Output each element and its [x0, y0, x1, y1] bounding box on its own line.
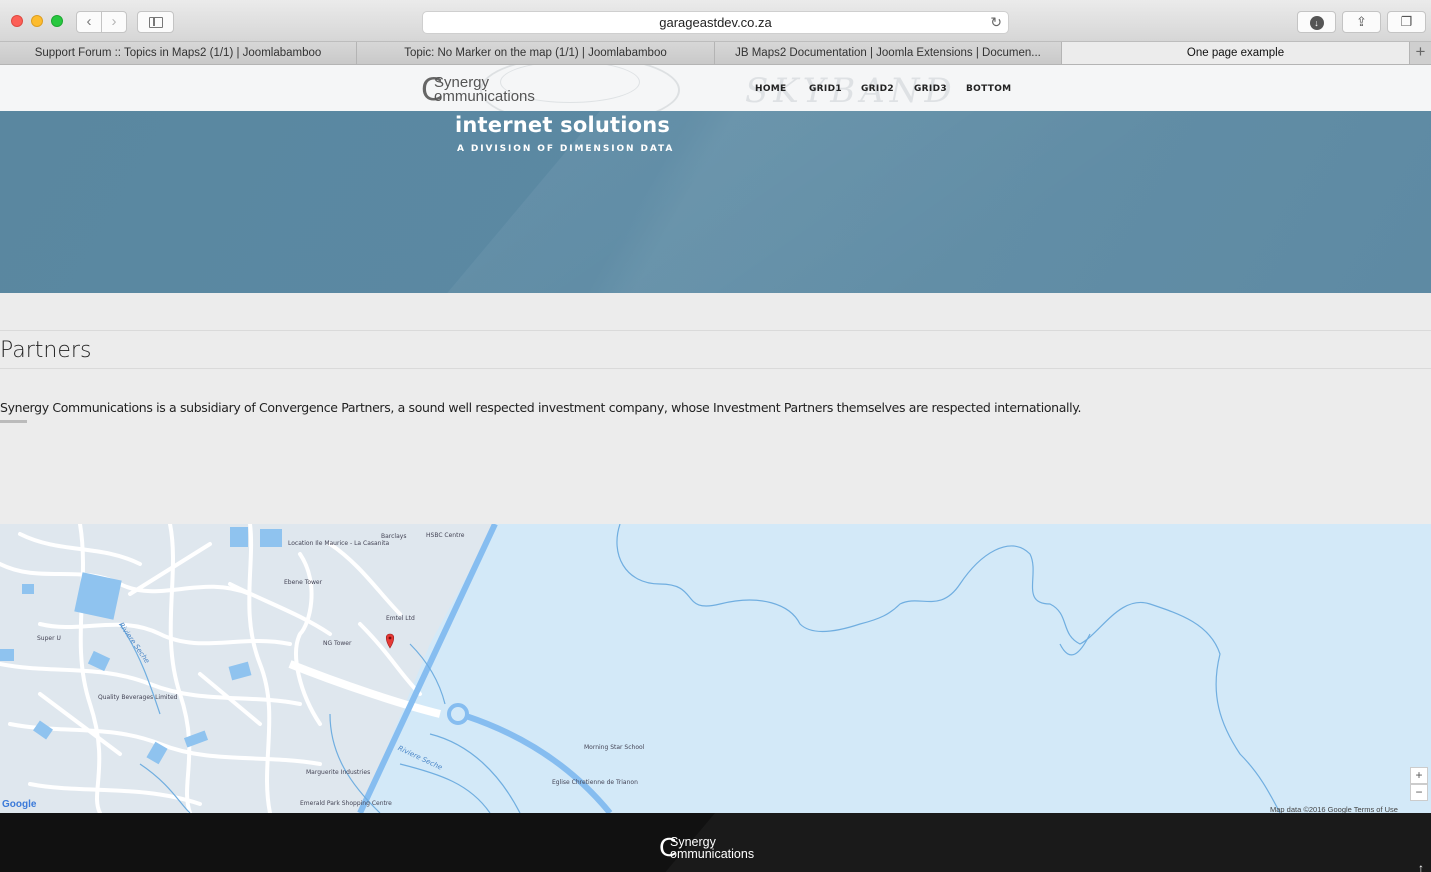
maximize-window-button[interactable]	[51, 15, 63, 27]
poi-label: Barclays	[381, 533, 407, 540]
tab-no-marker-topic[interactable]: Topic: No Marker on the map (1/1) | Joom…	[357, 42, 715, 64]
poi-label: Quality Beverages Limited	[98, 694, 178, 701]
sidebar-icon	[149, 17, 163, 28]
site-logo[interactable]: C Synergy ommunications	[421, 75, 571, 107]
hero-title: internet solutions	[455, 113, 671, 137]
poi-label: Ebene Tower	[284, 579, 323, 586]
zoom-out-button[interactable]: −	[1410, 784, 1428, 801]
site-header: SKYBAND C Synergy ommunications HOME GRI…	[0, 65, 1431, 111]
poi-label: Emtel Ltd	[386, 615, 415, 622]
tab-label: One page example	[1186, 47, 1285, 59]
divider	[0, 330, 1431, 331]
address-bar[interactable]: garageastdev.co.za ↻	[422, 11, 1009, 34]
downloads-button[interactable]: ↓	[1297, 11, 1336, 33]
minimize-window-button[interactable]	[31, 15, 43, 27]
tab-one-page-example[interactable]: One page example	[1062, 42, 1410, 64]
hero-shade	[447, 111, 1431, 293]
nav-grid3[interactable]: GRID3	[914, 84, 947, 94]
tabs-overview-button[interactable]: ❐	[1387, 11, 1426, 33]
poi-label: Eglise Chretienne de Trianon	[552, 779, 638, 786]
tab-label: Support Forum :: Topics in Maps2 (1/1) |…	[34, 47, 322, 59]
nav-grid1[interactable]: GRID1	[809, 84, 842, 94]
map-canvas	[0, 524, 1281, 813]
url-text: garageastdev.co.za	[659, 15, 772, 30]
roundabout	[447, 703, 469, 725]
logo-line2: ommunications	[434, 88, 535, 105]
back-to-top-icon[interactable]: ↑	[1418, 861, 1424, 872]
tab-jb-maps2-docs[interactable]: JB Maps2 Documentation | Joomla Extensio…	[715, 42, 1062, 64]
tab-label: JB Maps2 Documentation | Joomla Extensio…	[735, 47, 1041, 59]
nav-home[interactable]: HOME	[755, 84, 787, 94]
poi-label: Location Ile Maurice - La Casanita	[288, 540, 390, 547]
reload-icon[interactable]: ↻	[990, 12, 1002, 33]
map-attribution[interactable]: Map data ©2016 Google Terms of Use	[1270, 805, 1398, 813]
tabs-overview-icon: ❐	[1400, 14, 1413, 29]
google-map[interactable]: Location Ile Maurice - La Casanita Barcl…	[0, 524, 1431, 813]
share-icon: ⇪	[1356, 14, 1367, 29]
logo-line2: ommunications	[670, 847, 755, 861]
plus-icon: +	[1415, 42, 1426, 61]
download-icon: ↓	[1309, 16, 1324, 30]
tab-bar: Support Forum :: Topics in Maps2 (1/1) |…	[0, 42, 1431, 65]
hero-subtitle: A DIVISION OF DIMENSION DATA	[457, 144, 675, 154]
highway	[465, 713, 613, 813]
partners-heading: Partners	[0, 338, 92, 363]
poi-label: Morning Star School	[584, 744, 645, 751]
footer-logo[interactable]: C Synergy ommunications	[659, 835, 789, 865]
google-logo[interactable]: Google	[2, 799, 36, 810]
poi-label: Super U	[37, 635, 61, 642]
poi-label: HSBC Centre	[426, 532, 465, 539]
partners-text: Synergy Communications is a subsidiary o…	[0, 400, 1082, 415]
site-footer: C Synergy ommunications ↑	[0, 813, 1431, 872]
tab-label: Topic: No Marker on the map (1/1) | Joom…	[404, 47, 667, 59]
poi-label: Emerald Park Shopping Centre	[300, 800, 392, 807]
tab-support-forum[interactable]: Support Forum :: Topics in Maps2 (1/1) |…	[0, 42, 357, 64]
close-window-button[interactable]	[11, 15, 23, 27]
zoom-in-button[interactable]: +	[1410, 767, 1428, 784]
browser-toolbar: ‹ › garageastdev.co.za ↻ ↓ ⇪ ❐	[0, 0, 1431, 42]
nav-grid2[interactable]: GRID2	[861, 84, 894, 94]
forward-button[interactable]: ›	[101, 11, 127, 33]
back-button[interactable]: ‹	[76, 11, 102, 33]
poi-label: Marguerite Industries	[306, 769, 371, 776]
poi-label: NG Tower	[323, 640, 352, 647]
hero-banner: internet solutions A DIVISION OF DIMENSI…	[0, 111, 1431, 293]
divider	[0, 368, 1431, 369]
sidebar-toggle-button[interactable]	[137, 11, 174, 33]
new-tab-button[interactable]: +	[1410, 42, 1431, 64]
accent-bar	[0, 420, 27, 423]
chevron-right-icon: ›	[111, 13, 117, 30]
chevron-left-icon: ‹	[86, 13, 92, 30]
share-button[interactable]: ⇪	[1342, 11, 1381, 33]
nav-bottom[interactable]: BOTTOM	[966, 84, 1011, 94]
